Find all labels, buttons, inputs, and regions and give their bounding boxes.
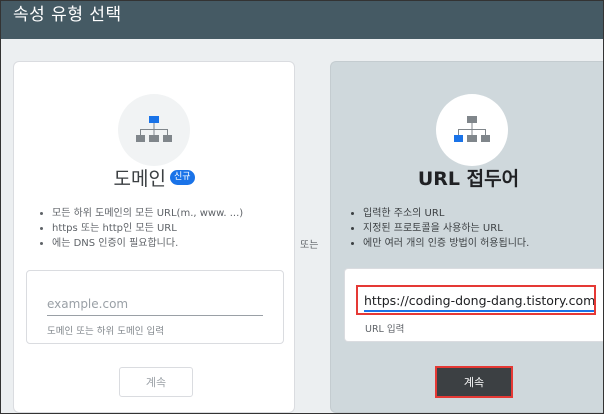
domain-title-text: 도메인 bbox=[113, 168, 166, 190]
domain-card[interactable]: 도메인신규 모든 하위 도메인의 모든 URL(m., www. ...) ht… bbox=[13, 61, 295, 413]
domain-input-box: 도메인 또는 하위 도메인 입력 bbox=[26, 270, 284, 344]
domain-input[interactable] bbox=[47, 293, 263, 316]
list-item: 에만 여러 개의 인증 방법이 허용됩니다. bbox=[363, 236, 529, 251]
list-item: 입력한 주소의 URL bbox=[363, 206, 529, 221]
domain-card-title: 도메인 신규 bbox=[14, 166, 294, 192]
url-bullets: 입력한 주소의 URL 지정된 프로토콜을 사용하는 URL 에만 여러 개의 … bbox=[349, 206, 529, 251]
new-badge: 신규 bbox=[169, 170, 195, 185]
url-sitemap-icon bbox=[436, 94, 508, 166]
or-label: 또는 bbox=[300, 240, 319, 251]
url-input-helper: URL 입력 bbox=[365, 324, 405, 335]
property-type-dialog: 속성 유형 선택 도메인신규 모든 하위 도메인의 모든 URL(m., www… bbox=[0, 0, 604, 414]
domain-sitemap-icon bbox=[118, 94, 190, 166]
url-input[interactable] bbox=[364, 290, 594, 312]
domain-input-helper: 도메인 또는 하위 도메인 입력 bbox=[47, 326, 164, 337]
url-input-box: URL 입력 bbox=[344, 268, 603, 342]
list-item: https 또는 http인 모든 URL bbox=[52, 221, 243, 236]
dialog-title: 속성 유형 선택 bbox=[13, 5, 122, 25]
url-continue-button[interactable]: 계속 bbox=[435, 366, 513, 398]
list-item: 모든 하위 도메인의 모든 URL(m., www. ...) bbox=[52, 206, 243, 221]
url-card-title: URL 접두어 bbox=[417, 168, 520, 190]
url-input-highlight bbox=[356, 285, 596, 315]
list-item: 에는 DNS 인증이 필요합니다. bbox=[52, 236, 243, 251]
domain-bullets: 모든 하위 도메인의 모든 URL(m., www. ...) https 또는… bbox=[38, 206, 243, 251]
url-prefix-card[interactable]: URL 접두어 입력한 주소의 URL 지정된 프로토콜을 사용하는 URL 에… bbox=[330, 61, 603, 413]
list-item: 지정된 프로토콜을 사용하는 URL bbox=[363, 221, 529, 236]
dialog-header: 속성 유형 선택 bbox=[1, 1, 603, 39]
domain-continue-button[interactable]: 계속 bbox=[119, 367, 193, 397]
